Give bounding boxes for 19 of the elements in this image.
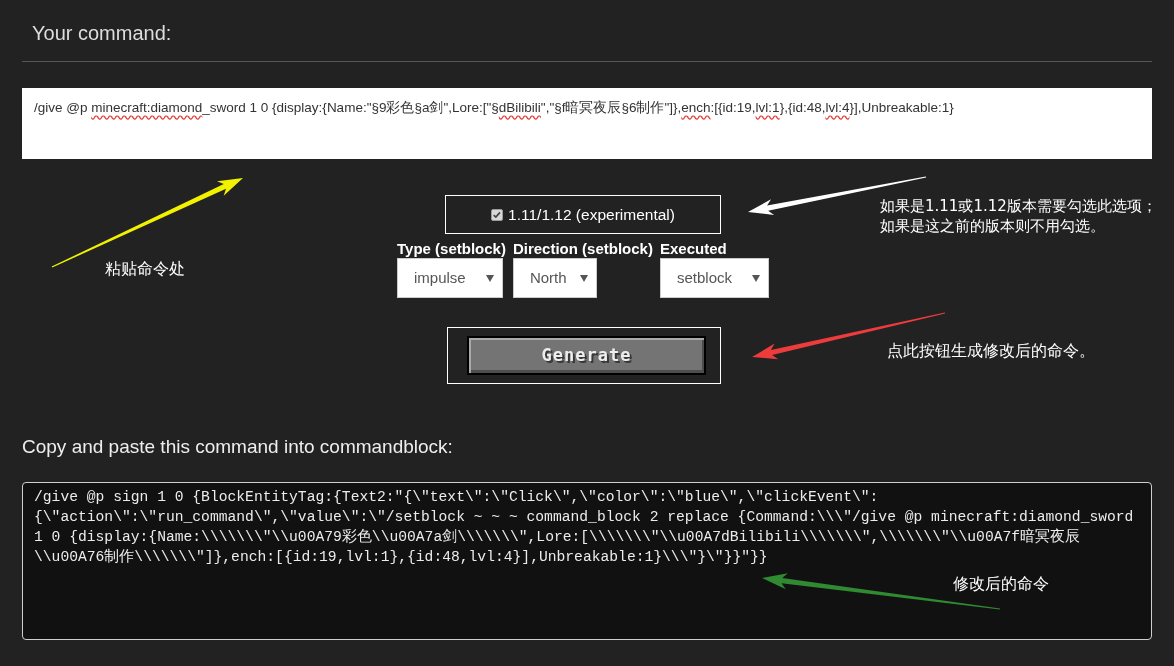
section-title: Copy and paste this command into commandblock: xyxy=(22,436,453,458)
dropdown-select[interactable]: North xyxy=(512,258,597,298)
annotation-note: 如果是1.11或1.12版本需要勾选此选项； xyxy=(880,196,1157,216)
generate-button[interactable]: Generate xyxy=(467,336,706,375)
field-label: Executed xyxy=(659,239,727,258)
command-input-field[interactable]: /give @p minecraft:diamond_sword 1 0 {display:{Name:"§9彩色§a剑",Lore:["§dBilibili","§f暗冥夜辰§6制作"]},ench:[{id:19,lvl:1},{id:48,lvl:4}],Unbreakable:1} xyxy=(22,88,1152,159)
checkbox[interactable] xyxy=(491,208,504,221)
section-title: Your command: xyxy=(32,21,172,46)
annotation-note: 粘贴命令处 xyxy=(105,260,185,279)
annotation-note: 修改后的命令 xyxy=(953,574,1049,593)
caret-icon xyxy=(579,274,588,282)
caret-icon xyxy=(751,274,760,282)
annotation-note: 点此按钮生成修改后的命令。 xyxy=(887,341,1095,360)
field-label: Direction (setblock) xyxy=(512,239,653,258)
dropdown-select[interactable]: impulse xyxy=(397,258,503,298)
field-label: Type (setblock) xyxy=(397,239,506,258)
dropdown-select[interactable]: setblock xyxy=(659,258,769,298)
annotation-note: 如果是这之前的版本则不用勾选。 xyxy=(880,216,1105,236)
caret-icon xyxy=(486,274,494,282)
